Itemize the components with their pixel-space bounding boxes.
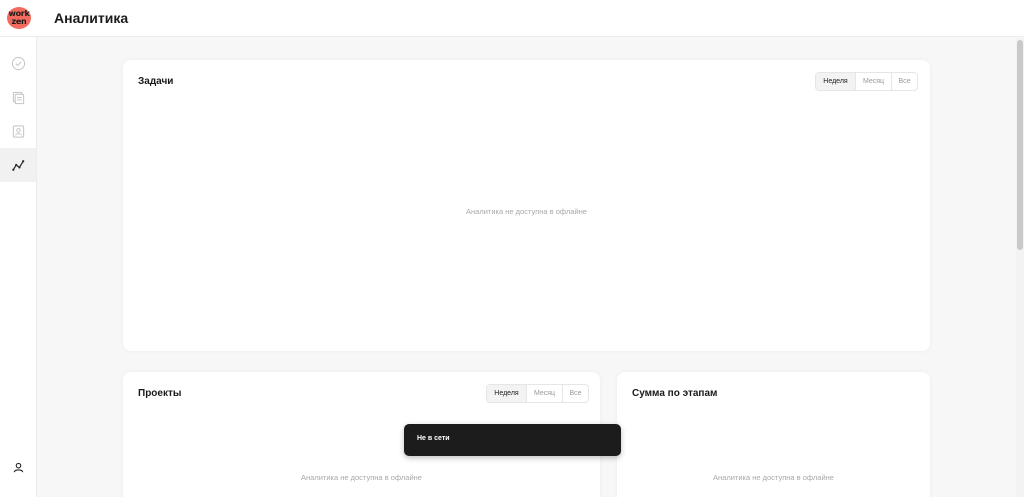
scrollbar-thumb[interactable] [1017, 40, 1023, 250]
sidebar [0, 37, 37, 497]
profile-button[interactable] [0, 450, 36, 484]
projects-empty-message: Аналитика не доступна в офлайне [301, 473, 422, 482]
tasks-period-switcher: Неделя Месяц Все [815, 72, 918, 91]
scrollbar[interactable] [1016, 38, 1024, 497]
sidebar-item-contacts[interactable] [0, 114, 36, 148]
stage-sum-card-title: Сумма по этапам [632, 388, 718, 399]
documents-icon [12, 91, 24, 104]
projects-card-title: Проекты [138, 388, 182, 399]
projects-period-month[interactable]: Месяц [527, 385, 563, 402]
tasks-period-week[interactable]: Неделя [816, 73, 856, 90]
toast-text: Не в сети [417, 435, 450, 442]
workzen-logo[interactable]: work zen [7, 7, 31, 29]
sidebar-item-documents[interactable] [0, 80, 36, 114]
page-title: Аналитика [54, 10, 129, 26]
top-bar: work zen Аналитика [0, 0, 1024, 37]
analytics-icon [11, 159, 24, 171]
tasks-card: Задачи Неделя Месяц Все Аналитика не дос… [123, 60, 930, 351]
sidebar-item-tasks[interactable] [0, 46, 36, 80]
offline-toast: Не в сети [404, 424, 621, 456]
projects-period-week[interactable]: Неделя [487, 385, 527, 402]
projects-period-switcher: Неделя Месяц Все [486, 384, 589, 403]
tasks-period-all[interactable]: Все [892, 73, 917, 90]
tasks-period-month[interactable]: Месяц [856, 73, 892, 90]
logo-text-bottom: zen [11, 17, 27, 26]
projects-period-all[interactable]: Все [563, 385, 588, 402]
tasks-empty-message: Аналитика не доступна в офлайне [466, 207, 587, 216]
contact-card-icon [12, 124, 24, 138]
check-circle-icon [11, 56, 25, 70]
user-icon [13, 462, 23, 472]
tasks-card-title: Задачи [138, 76, 174, 87]
sidebar-item-analytics[interactable] [0, 148, 36, 182]
stage-sum-empty-message: Аналитика не доступна в офлайне [713, 473, 834, 482]
stage-sum-card: Сумма по этапам Аналитика не доступна в … [617, 372, 930, 497]
